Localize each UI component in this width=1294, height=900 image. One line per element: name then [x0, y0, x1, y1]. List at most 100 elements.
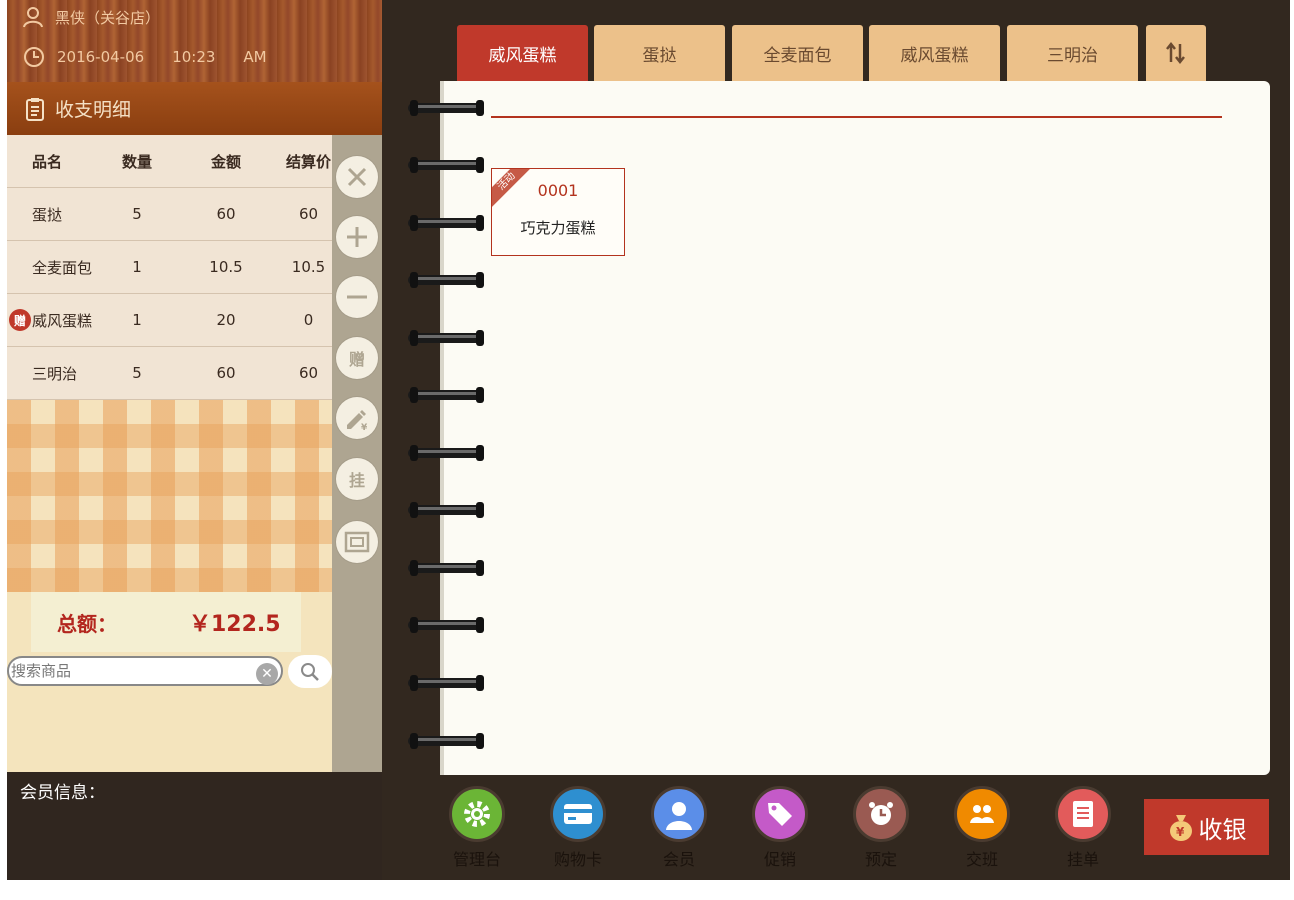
current-date: 2016-04-06 [57, 48, 145, 66]
tab-category[interactable]: 威风蛋糕 [869, 25, 1000, 81]
item-name: 蛋挞 [32, 205, 63, 224]
total-area: 总额： ￥122.5 ✕ [7, 592, 332, 772]
notebook-ring [408, 387, 484, 403]
product-card[interactable]: 活动 0001 巧克力蛋糕 [491, 168, 625, 256]
search-box: ✕ [7, 656, 283, 686]
tab-category[interactable]: 蛋挞 [594, 25, 725, 81]
shift-icon [954, 786, 1010, 842]
table-row[interactable]: 蛋挞 5 60 60 [7, 188, 332, 241]
datetime-row: 2016-04-06 10:23 AM [23, 46, 295, 68]
edit-price-button[interactable]: ¥ [336, 397, 378, 439]
cash-drawer-button[interactable] [336, 521, 378, 563]
left-header: 黑侠（关谷店） 2016-04-06 10:23 AM [7, 0, 382, 82]
col-header-name: 品名 [32, 152, 63, 171]
nav-label: 促销 [763, 850, 796, 869]
sort-icon [1166, 42, 1185, 64]
member-info-label: 会员信息： [20, 783, 105, 803]
current-ampm: AM [243, 48, 267, 66]
item-qty: 5 [132, 205, 142, 223]
total-value: ￥122.5 [189, 612, 281, 637]
hang-button[interactable]: 挂 [336, 458, 378, 500]
nav-label: 挂单 [1066, 850, 1099, 869]
tab-category[interactable]: 威风蛋糕 [457, 25, 588, 81]
item-qty: 1 [132, 258, 142, 276]
nav-label: 购物卡 [553, 850, 602, 869]
nav-promo-button[interactable]: 促销 [745, 786, 815, 870]
tab-category[interactable]: 三明治 [1007, 25, 1138, 81]
nav-label: 交班 [965, 850, 998, 869]
notebook-ring [408, 617, 484, 633]
item-amount: 60 [216, 205, 236, 223]
gift-badge: 赠 [9, 309, 31, 331]
user-icon [23, 7, 43, 28]
search-button[interactable] [288, 655, 332, 688]
svg-text:¥: ¥ [1176, 825, 1185, 839]
pos-app: 黑侠（关谷店） 2016-04-06 10:23 AM 收支明细 品名 数量 金… [0, 0, 1294, 900]
col-header-qty: 数量 [121, 152, 152, 171]
store-user: 黑侠（关谷店） [55, 8, 161, 27]
ledger-tab[interactable]: 收支明细 [7, 82, 382, 135]
product-name: 巧克力蛋糕 [520, 219, 596, 237]
nav-pending-button[interactable]: 挂单 [1048, 786, 1118, 870]
item-settle: 10.5 [291, 258, 326, 276]
notebook-ring [408, 675, 484, 691]
notebook-ring [408, 330, 484, 346]
ledger-title: 收支明细 [55, 99, 132, 121]
item-name: 三明治 [32, 364, 78, 383]
total-label: 总额： [57, 611, 117, 636]
notebook-ring [408, 733, 484, 749]
cash-drawer-icon [344, 531, 370, 553]
search-input[interactable] [11, 661, 251, 681]
tag-icon [752, 786, 808, 842]
table-row[interactable]: 赠 威风蛋糕 1 20 0 [7, 294, 332, 347]
order-table-header: 品名 数量 金额 结算价 [7, 135, 332, 188]
item-settle: 0 [303, 311, 314, 329]
decrease-qty-button[interactable] [336, 276, 378, 318]
card-icon [550, 786, 606, 842]
notebook-ring [408, 100, 484, 116]
item-qty: 5 [132, 364, 142, 382]
plus-icon [347, 227, 367, 247]
item-amount: 20 [216, 311, 236, 329]
item-amount: 60 [216, 364, 236, 382]
tablecloth-pattern [7, 400, 332, 592]
item-settle: 60 [298, 364, 319, 382]
nav-reserve-button[interactable]: 预定 [846, 786, 916, 870]
nav-label: 管理台 [452, 850, 501, 869]
total-box: 总额： ￥122.5 [31, 592, 301, 652]
checkout-button[interactable]: ¥ 收银 [1144, 799, 1269, 855]
delete-item-button[interactable] [336, 156, 378, 198]
nav-shift-button[interactable]: 交班 [947, 786, 1017, 870]
alarm-clock-icon [853, 786, 909, 842]
table-row[interactable]: 三明治 5 60 60 [7, 347, 332, 400]
notebook-spine [440, 81, 444, 775]
notebook-ring [408, 502, 484, 518]
member-info-area: 会员信息： [7, 772, 382, 880]
notebook-ring [408, 272, 484, 288]
gift-button[interactable]: 赠 [336, 337, 378, 379]
notebook-ring [408, 157, 484, 173]
item-settle: 60 [298, 205, 319, 223]
gear-icon [449, 786, 505, 842]
nav-card-button[interactable]: 购物卡 [543, 786, 613, 870]
tab-category[interactable]: 全麦面包 [732, 25, 863, 81]
checkout-label: 收银 [1198, 815, 1247, 844]
money-bag-icon: ¥ [1169, 815, 1192, 841]
user-row: 黑侠（关谷店） [23, 6, 160, 28]
increase-qty-button[interactable] [336, 216, 378, 258]
notebook-ring [408, 215, 484, 231]
clock-icon [24, 47, 44, 67]
product-code: 0001 [537, 181, 579, 200]
sort-button[interactable] [1146, 25, 1206, 81]
svg-text:¥: ¥ [361, 423, 368, 431]
clear-icon[interactable]: ✕ [256, 663, 278, 685]
table-row[interactable]: 全麦面包 1 10.5 10.5 [7, 241, 332, 294]
receipt-icon [1055, 786, 1111, 842]
close-icon [347, 167, 367, 187]
order-table: 品名 数量 金额 结算价 蛋挞 5 60 60 全麦面包 1 10.5 10.5… [7, 135, 332, 400]
nav-member-button[interactable]: 会员 [644, 786, 714, 870]
col-header-amount: 金额 [210, 152, 241, 171]
search-icon [301, 662, 319, 681]
nav-admin-button[interactable]: 管理台 [442, 786, 512, 870]
clipboard-icon [26, 97, 44, 121]
